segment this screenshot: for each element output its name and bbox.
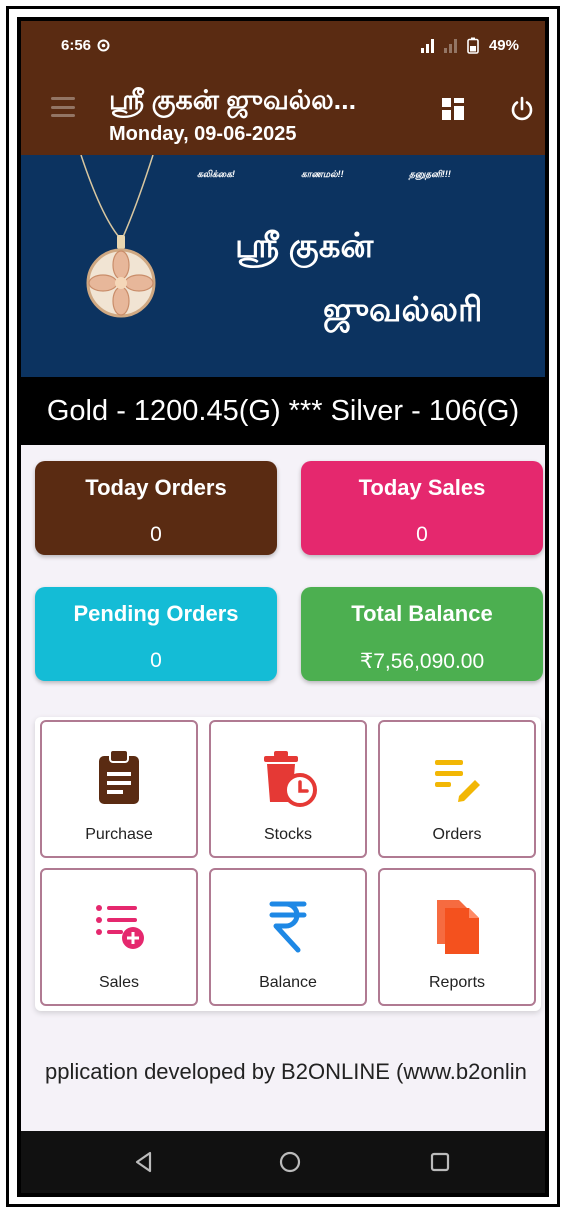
sales-label: Sales	[98, 974, 140, 991]
status-time: 6:56	[61, 37, 110, 54]
banner-tagline-1: கலிக்கை!	[197, 169, 235, 179]
phone-screen: 6:56 49% ஸ்ரீ குகன் ஜுவல்ல... Monday, 09…	[17, 17, 549, 1197]
app-title: ஸ்ரீ குகன் ஜுவல்ல...	[109, 85, 357, 115]
reports-tile[interactable]: Reports	[378, 868, 536, 1006]
metal-rate-ticker: Gold - 1200.45(G) *** Silver - 106(G)	[21, 377, 545, 445]
status-time-text: 6:56	[61, 37, 92, 54]
banner-tagline-2: காணமல்!!	[301, 169, 344, 179]
list-add-icon	[96, 905, 144, 949]
clipboard-icon	[99, 749, 139, 804]
today-orders-value: 0	[150, 523, 162, 546]
pending-orders-value: 0	[150, 649, 162, 672]
developer-footer-text: pplication developed by B2ONLINE (www.b2…	[45, 1059, 527, 1084]
purchase-tile[interactable]: Purchase	[40, 720, 198, 858]
app-bar: ஸ்ரீ குகன் ஜுவல்ல... Monday, 09-06-2025	[21, 75, 545, 155]
banner-brand-line-2: ஜுவல்லரி	[323, 291, 483, 329]
today-sales-label: Today Sales	[358, 475, 486, 500]
developer-footer: pplication developed by B2ONLINE (www.b2…	[21, 1059, 545, 1085]
banner-tagline-3: தனுதனி!!!	[409, 169, 451, 179]
signal-icon	[420, 38, 434, 53]
notification-icon	[97, 39, 110, 52]
back-icon[interactable]	[131, 1149, 157, 1175]
recents-icon[interactable]	[427, 1149, 453, 1175]
metal-rate-text: Gold - 1200.45(G) *** Silver - 106(G)	[46, 394, 520, 427]
balance-tile[interactable]: Balance	[209, 868, 367, 1006]
balance-label: Balance	[259, 974, 317, 991]
today-sales-value: 0	[416, 523, 428, 546]
battery-percent: 49%	[488, 37, 519, 54]
edit-list-icon	[435, 760, 480, 802]
power-icon[interactable]	[508, 95, 536, 123]
android-nav-bar	[21, 1131, 545, 1193]
total-balance-label: Total Balance	[351, 601, 493, 626]
today-sales-card[interactable]: Today Sales 0	[301, 461, 543, 555]
signal-2-icon	[443, 38, 457, 53]
status-bar: 6:56 49%	[21, 21, 545, 75]
rupee-icon	[269, 901, 307, 953]
menu-panel: Purchase Stocks Orders Sales Balance Rep…	[35, 717, 541, 1011]
app-date: Monday, 09-06-2025	[109, 123, 297, 145]
battery-icon	[467, 37, 479, 54]
documents-icon	[437, 900, 479, 954]
pending-orders-label: Pending Orders	[73, 601, 239, 626]
brand-banner: கலிக்கை! காணமல்!! தனுதனி!!! ஸ்ரீ குகன் ஜ…	[21, 155, 545, 377]
total-balance-value: ₹7,56,090.00	[359, 650, 485, 673]
stocks-label: Stocks	[263, 826, 312, 843]
purchase-label: Purchase	[85, 826, 153, 843]
home-icon[interactable]	[277, 1149, 303, 1175]
hamburger-menu-icon[interactable]	[51, 97, 75, 117]
today-orders-card[interactable]: Today Orders 0	[35, 461, 277, 555]
status-right: 49%	[420, 37, 519, 54]
orders-tile[interactable]: Orders	[378, 720, 536, 858]
pendant-necklace-image	[80, 155, 156, 318]
stocks-tile[interactable]: Stocks	[209, 720, 367, 858]
orders-label: Orders	[432, 826, 482, 843]
pending-orders-card[interactable]: Pending Orders 0	[35, 587, 277, 681]
sales-tile[interactable]: Sales	[40, 868, 198, 1006]
trash-clock-icon	[264, 751, 317, 807]
total-balance-card[interactable]: Total Balance ₹7,56,090.00	[301, 587, 543, 681]
reports-label: Reports	[428, 974, 486, 991]
dashboard-grid-icon[interactable]	[441, 97, 465, 121]
today-orders-label: Today Orders	[85, 475, 227, 500]
banner-brand-line-1: ஸ்ரீ குகன்	[235, 227, 374, 265]
